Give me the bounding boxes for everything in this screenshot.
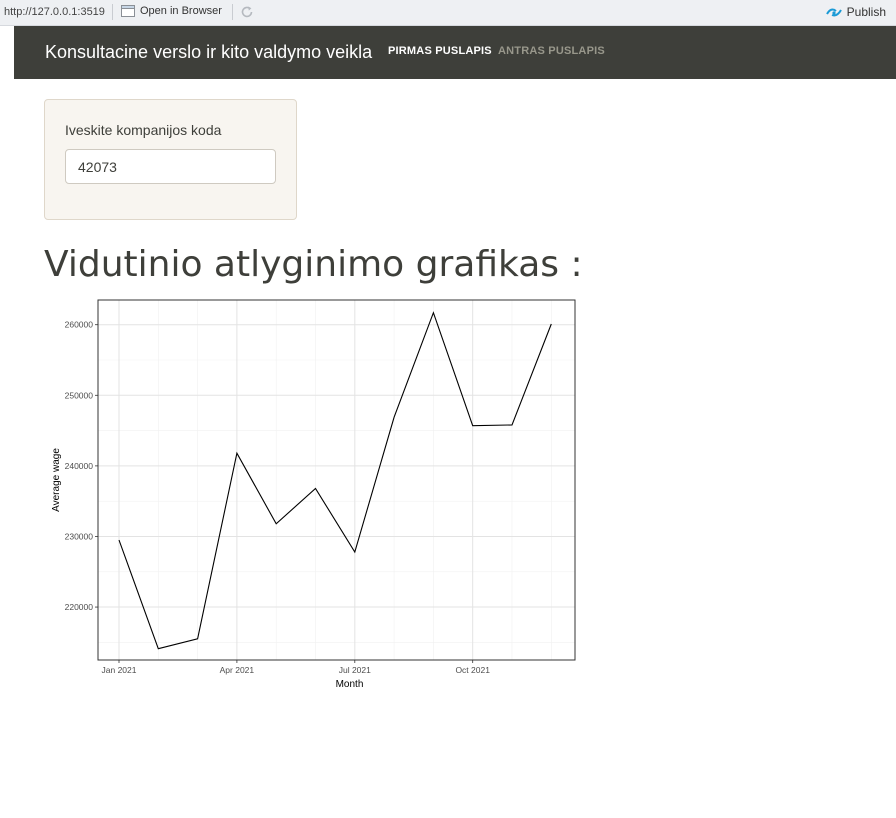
open-in-browser-label: Open in Browser [140,5,222,17]
tab-pirmas-puslapis[interactable]: PIRMAS PUSLAPIS [388,45,492,57]
viewer-toolbar: http://127.0.0.1:3519 Open in Browser Pu… [0,0,896,26]
x-tick-label: Jan 2021 [102,665,137,675]
tab-antras-puslapis[interactable]: ANTRAS PUSLAPIS [498,45,605,57]
navbar: Konsultacine verslo ir kito valdymo veik… [14,26,896,79]
average-wage-chart: 220000 230000 240000 250000 260000 Jan 2021 Ap… [51,299,576,690]
publish-icon [825,8,842,17]
y-tick-label: 260000 [65,320,94,330]
sidebar-panel: Iveskite kompanijos koda [44,99,297,220]
page-title: Vidutinio atlyginimo grafikas : [44,244,583,285]
plot-background [98,300,575,660]
refresh-icon[interactable] [240,5,254,19]
x-tick-label: Apr 2021 [220,665,255,675]
x-tick-label: Jul 2021 [339,665,371,675]
publish-button[interactable]: Publish [825,5,886,19]
y-tick-label: 230000 [65,531,94,541]
navbar-brand[interactable]: Konsultacine verslo ir kito valdymo veik… [45,42,372,63]
x-axis-title: Month [336,679,364,690]
toolbar-divider [232,4,233,20]
url-text: http://127.0.0.1:3519 [4,6,105,18]
y-tick-label: 240000 [65,461,94,471]
open-in-browser-button[interactable]: Open in Browser [121,5,222,17]
toolbar-divider [112,4,113,20]
y-tick-label: 250000 [65,390,94,400]
company-code-input[interactable] [65,149,276,184]
y-axis-title: Average wage [51,448,62,512]
publish-label: Publish [846,5,886,19]
y-tick-label: 220000 [65,602,94,612]
x-tick-label: Oct 2021 [455,665,490,675]
browser-window-icon [121,5,135,17]
company-code-label: Iveskite kompanijos koda [65,122,222,138]
